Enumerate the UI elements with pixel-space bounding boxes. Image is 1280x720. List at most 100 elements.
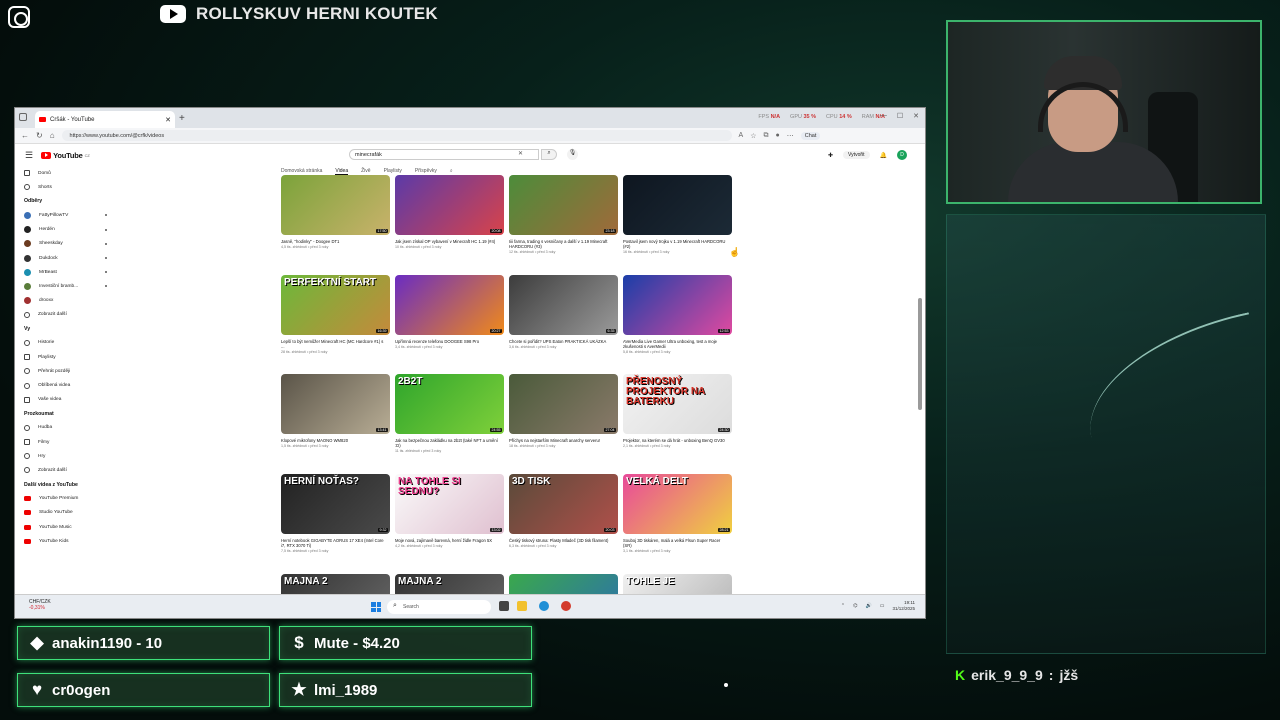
video-thumbnail[interactable]: 17:50 [281,175,390,235]
video-title[interactable]: Lepší to být nemůže! Minecraft HC (MC Ha… [281,339,390,349]
video-title[interactable]: Český tiskový struna: Plasty Mladeč (3D … [509,538,618,543]
search-button[interactable]: ⌕ [541,149,557,160]
video-title[interactable]: Iiii farma, trading s vesničany a další … [509,239,618,249]
you-heading[interactable]: Vy [24,322,125,336]
sidebar-item-studio[interactable]: Studio YouTube [24,506,125,520]
sidebar-item-history[interactable]: Historie [24,336,125,350]
copilot-chat-button[interactable]: Chat [800,131,821,140]
back-icon[interactable]: ← [21,131,29,140]
edge-icon[interactable] [539,601,549,611]
new-tab-icon[interactable]: + [179,113,185,124]
extensions-icon[interactable]: ⧉ [764,132,769,140]
task-view-icon[interactable] [499,601,509,611]
sidebar-item-subscription[interactable]: Herdén [24,223,125,237]
sidebar-item-playlists[interactable]: Playlisty [24,350,125,364]
ticker-widget[interactable]: CHF/CZK -0,31% [29,599,51,611]
video-card[interactable]: 20:08 Jak jsem získal OP vybavení v Minec… [395,175,504,249]
browser-tab[interactable]: Cršák - YouTube ✕ [35,111,175,128]
hamburger-menu-icon[interactable]: ☰ [25,150,33,161]
minimize-icon[interactable]: — [880,112,887,120]
video-title[interactable]: Jak jsem získal OP vybavení v Minecraft … [395,239,504,244]
video-card[interactable]: 17:50 Jasně, "hodinky" - Doogee DT1 4,5 ti… [281,175,390,249]
video-thumbnail[interactable]: 23:18 [509,175,618,235]
notifications-icon[interactable]: 🔔 [880,152,887,159]
video-thumbnail[interactable]: 3D TISK 20:03 [509,474,618,534]
video-thumbnail[interactable]: HERNÍ NOŤAS? 9:32 [281,474,390,534]
video-thumbnail[interactable]: 20:27 [395,275,504,335]
sidebar-item-show-more[interactable]: Zobrazit další [24,308,125,322]
taskbar-search[interactable]: Search [387,600,491,614]
sidebar-item-movies[interactable]: Filmy [24,435,125,449]
video-thumbnail[interactable]: 6:35 [509,275,618,335]
sidebar-item-home[interactable]: Domů [24,166,125,180]
video-card[interactable]: PERFEKTNÍ START 16:39 Lepší to být nemůže!… [281,275,390,354]
video-card[interactable]: NA TOHLE SI SEDNU? 13:02 Moje nová, zajíma… [395,474,504,548]
sidebar-item-gaming[interactable]: Hry [24,449,125,463]
sidebar-item-your-videos[interactable]: Vaše videa [24,393,125,407]
sidebar-item-show-more[interactable]: Zobrazit další [24,463,125,477]
video-thumbnail[interactable]: 27:04 [509,374,618,434]
sidebar-item-music[interactable]: Hudba [24,421,125,435]
profile-icon[interactable]: ● [776,132,780,139]
close-tab-icon[interactable]: ✕ [165,116,171,124]
network-icon[interactable]: ⌬ [853,603,857,609]
video-title[interactable]: Jak na bezpečnou zakládku na 2b2t (také … [395,438,504,448]
read-aloud-icon[interactable]: A [739,132,744,139]
video-title[interactable]: Upřímná recenze telefonu DOOGEE S98 Pro [395,339,504,344]
video-card[interactable]: 6:35 Chcete si pořídit? UPS Eaton PRAKTIC… [509,275,618,349]
sidebar-item-subscription[interactable]: drooxx [24,294,125,308]
search-input[interactable]: minecrafák [349,149,539,160]
video-card[interactable]: PŘENOSNÝ PROJEKTOR NA BATERKU 24:30 Projek… [623,374,732,448]
tab-posts[interactable]: Příspěvky [415,168,437,175]
sidebar-item-liked[interactable]: Oblíbená videa [24,378,125,392]
sidebar-item-music-app[interactable]: YouTube Music [24,520,125,534]
sidebar-item-watch-later[interactable]: Přehrát později [24,364,125,378]
tab-videos[interactable]: Videa [335,168,349,175]
youtube-logo[interactable]: YouTube CZ [41,151,90,160]
video-title[interactable]: Souboj 3D tiskáren, malá a velká Flsun S… [623,538,732,548]
video-title[interactable]: Moje nová, zajímavě barevná, herní židle… [395,538,504,543]
video-card[interactable]: 27:04 Příchys na nejstarším Minecraft ana… [509,374,618,448]
url-field[interactable]: https://www.youtube.com/@crfk/videos [61,130,732,141]
video-thumbnail[interactable]: 20:08 [395,175,504,235]
video-thumbnail[interactable]: 2B2T 24:55 [395,374,504,434]
more-icon[interactable]: ⋯ [787,132,794,140]
video-title[interactable]: AVerMedia Live Gamer Ultra unboxing, tes… [623,339,732,349]
video-title[interactable]: Postavil jsem nový trojku v 1.19 Minecra… [623,239,732,249]
video-card[interactable]: HERNÍ NOŤAS? 9:32 Herní notebook GIGABYTE … [281,474,390,553]
video-card[interactable]: 2B2T 24:55 Jak na bezpečnou zakládku na 2b… [395,374,504,453]
video-card[interactable]: Postavil jsem nový trojku v 1.19 Minecra… [623,175,732,254]
scrollbar[interactable] [918,166,922,598]
scrollbar-thumb[interactable] [918,298,922,410]
sidebar-item-subscription[interactable]: Investiční bramb... [24,279,125,293]
video-title[interactable]: Jasně, "hodinky" - Doogee DT1 [281,239,390,244]
video-thumbnail[interactable]: PERFEKTNÍ START 16:39 [281,275,390,335]
sidebar-item-subscription[interactable]: Sheeskday [24,237,125,251]
video-card[interactable]: 12:53 AVerMedia Live Gamer Ultra unboxing… [623,275,732,354]
sidebar-item-premium[interactable]: YouTube Premium [24,492,125,506]
video-thumbnail[interactable]: 13:41 [281,374,390,434]
sidebar-item-subscription[interactable]: MrBeast [24,265,125,279]
video-title[interactable]: Příchys na nejstarším Minecraft anarchy … [509,438,618,443]
battery-icon[interactable]: ▭ [880,603,885,609]
video-card[interactable]: 13:41 Klopové mikrofony MAONO WM820 1,5 ti… [281,374,390,448]
video-card[interactable]: 20:27 Upřímná recenze telefonu DOOGEE S98… [395,275,504,349]
video-thumbnail[interactable]: 12:53 [623,275,732,335]
video-thumbnail[interactable]: PŘENOSNÝ PROJEKTOR NA BATERKU 24:30 [623,374,732,434]
video-card[interactable]: 3D TISK 20:03 Český tiskový struna: Plasty… [509,474,618,548]
video-thumbnail[interactable]: NA TOHLE SI SEDNU? 13:02 [395,474,504,534]
sidebar-item-shorts[interactable]: Shorts [24,180,125,194]
tab-playlists[interactable]: Playlisty [384,168,402,175]
video-card[interactable]: VELKÁ DELT 28:21 Souboj 3D tiskáren, malá … [623,474,732,553]
home-icon[interactable]: ⌂ [50,131,55,140]
file-explorer-icon[interactable] [517,601,527,611]
video-thumbnail[interactable]: VELKÁ DELT 28:21 [623,474,732,534]
chrome-icon[interactable] [561,601,571,611]
tab-actions-icon[interactable] [19,113,27,121]
clear-search-icon[interactable]: ✕ [518,150,523,157]
tab-live[interactable]: Živě [361,168,370,175]
clock[interactable]: 19:11 31/12/2025 [892,600,915,611]
avatar[interactable]: D [897,150,907,160]
sidebar-item-subscription[interactable]: FattyPillowTV [24,208,125,222]
refresh-icon[interactable]: ↻ [36,131,43,140]
